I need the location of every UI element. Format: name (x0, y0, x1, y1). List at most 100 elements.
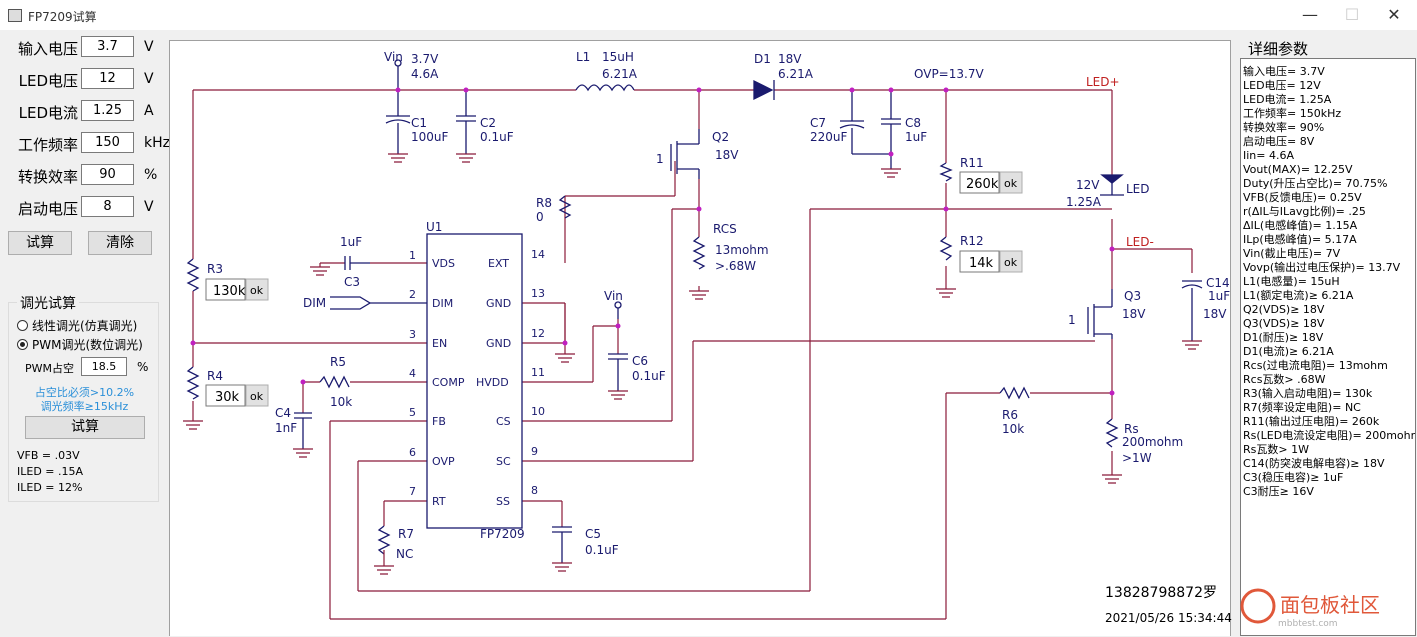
c8-value: 1uF (905, 130, 927, 144)
efficiency-unit: % (144, 167, 158, 183)
r4-label: R4 (207, 369, 223, 383)
pin-left-name: RT (432, 495, 446, 508)
dim-input-shape (330, 296, 372, 310)
detail-line: Iin= 4.6A (1243, 149, 1295, 162)
detail-line: LED电流= 1.25A (1243, 93, 1332, 106)
dimming-calc-button[interactable]: 试算 (25, 416, 145, 439)
detail-line: Duty(升压占空比)= 70.75% (1243, 177, 1388, 190)
watermark-url: mbbtest.com (1278, 619, 1338, 629)
led-label: LED (1126, 182, 1150, 196)
startup-voltage-field[interactable] (81, 196, 134, 217)
l1-value: 15uH (602, 50, 634, 64)
maximize-button[interactable]: ☐ (1332, 4, 1372, 26)
pin-right-name: CS (496, 415, 511, 428)
dimming-title: 调光试算 (17, 293, 79, 313)
c4-label: C4 (275, 406, 291, 420)
d1-label: D1 (754, 52, 771, 66)
pwm-dimming-option[interactable]: PWM调光(数位调光) (17, 336, 143, 353)
pin-left-num: 7 (409, 485, 416, 498)
startup-voltage-unit: V (144, 199, 154, 215)
pwm-duty-unit: % (137, 360, 149, 374)
clear-button[interactable]: 清除 (88, 231, 152, 255)
led-minus-label: LED- (1126, 235, 1154, 249)
freq-hint: 调光频率≥15kHz (40, 400, 129, 413)
detail-line: Vin(截止电压)= 7V (1243, 247, 1341, 260)
pin-right-name: GND (486, 297, 511, 310)
pin-right-num: 14 (531, 248, 545, 261)
detail-line: 启动电压= 8V (1243, 135, 1315, 148)
r3-shape (186, 258, 200, 292)
detail-line: C14(防突波电解电容)≥ 18V (1243, 457, 1385, 470)
window-title: FP7209试算 (28, 10, 97, 24)
input-panel: 输入电压 V LED电压 V LED电流 A 工作频率 kHz 转换效率 % 启… (0, 30, 170, 636)
title-bar: FP7209试算 — ☐ ✕ (0, 0, 1417, 30)
vin2-label: Vin (604, 289, 623, 303)
c5-value: 0.1uF (585, 543, 619, 557)
detail-line: VFB(反馈电压)= 0.25V (1243, 191, 1362, 204)
r4-shape (186, 366, 200, 400)
rcs-value: 13mohm (715, 243, 769, 257)
c7-label: C7 (810, 116, 826, 130)
detail-line: C3(稳压电容)≥ 1uF (1243, 471, 1344, 484)
frequency-label: 工作频率 (17, 136, 78, 154)
dimming-group: 调光试算 线性调光(仿真调光) PWM调光(数位调光) PWM占空 % 占空比必… (8, 293, 159, 502)
calc-button[interactable]: 试算 (8, 231, 72, 255)
r7-value: NC (396, 547, 413, 561)
r11-ok-label: ok (1004, 177, 1018, 190)
r8-value: 0 (536, 210, 544, 224)
l1-label: L1 (576, 50, 590, 64)
r7-label: R7 (398, 527, 414, 541)
pin-left-num: 3 (409, 328, 416, 341)
chip-pins: 1 VDS 2 DIM 3 EN 4 COMP 5 FB 6 OVP 7 RT … (409, 248, 545, 508)
detail-line: ILp(电感峰值)= 5.17A (1243, 233, 1357, 246)
led-voltage-field[interactable] (81, 68, 134, 89)
efficiency-field[interactable] (81, 164, 134, 185)
detail-line: Rs瓦数> 1W (1243, 443, 1309, 456)
led-voltage: 12V (1076, 178, 1100, 192)
frequency-field[interactable] (81, 132, 134, 153)
r7-shape (377, 525, 391, 555)
pin-left-name: VDS (432, 257, 455, 270)
led-current-label: LED电流 (18, 104, 78, 122)
r5-shape (319, 375, 350, 389)
c14-voltage: 18V (1203, 307, 1227, 321)
d1-current: 6.21A (778, 67, 814, 81)
vin-label: Vin (384, 50, 403, 64)
q3-label: Q3 (1124, 289, 1141, 303)
minimize-button[interactable]: — (1290, 4, 1330, 26)
efficiency-label: 转换效率 (17, 168, 78, 186)
pwm-duty-field[interactable] (81, 357, 127, 376)
pin-right-name: HVDD (476, 376, 509, 389)
detail-line: Vovp(输出过电压保护)= 13.7V (1243, 261, 1401, 274)
c2-label: C2 (480, 116, 496, 130)
rcs-label: RCS (713, 222, 737, 236)
q2-pin1: 1 (656, 152, 664, 166)
schematic-svg: Vin 3.7V 4.6A L1 15uH 6.21A D1 18V 6.21A… (183, 50, 1232, 625)
input-voltage-field[interactable] (81, 36, 134, 57)
detail-line: Q3(VDS)≥ 18V (1243, 317, 1325, 330)
rcs-shape (692, 236, 706, 270)
watermark-svg: 面包板社区 mbbtest.com (1240, 588, 1380, 629)
led-current: 1.25A (1066, 195, 1102, 209)
c4-value: 1nF (275, 421, 297, 435)
pin-left-num: 2 (409, 288, 416, 301)
r3-value: 130k (213, 284, 246, 299)
r5-value: 10k (330, 395, 352, 409)
linear-dimming-option[interactable]: 线性调光(仿真调光) (17, 317, 137, 334)
pin-right-num: 11 (531, 366, 545, 379)
close-button[interactable]: ✕ (1374, 4, 1414, 26)
detail-line: 转换效率= 90% (1243, 121, 1325, 134)
r11-shape (939, 162, 953, 182)
c14-label: C14 (1206, 276, 1230, 290)
led-current-field[interactable] (81, 100, 134, 121)
watermark-logo: 面包板社区 mbbtest.com (1238, 580, 1416, 632)
input-voltage-unit: V (144, 39, 154, 55)
detail-line: 工作频率= 150kHz (1243, 107, 1342, 120)
c3-label: C3 (344, 275, 360, 289)
phone-label: 13828798872罗 (1105, 585, 1217, 601)
pin-left-num: 6 (409, 446, 416, 459)
details-list[interactable]: 输入电压= 3.7V LED电压= 12V LED电流= 1.25A 工作频率= 15… (1240, 58, 1416, 636)
rs-shape (1105, 418, 1119, 448)
pin-left-num: 4 (409, 367, 416, 380)
detail-line: R7(频率设定电阻)= NC (1243, 401, 1361, 414)
